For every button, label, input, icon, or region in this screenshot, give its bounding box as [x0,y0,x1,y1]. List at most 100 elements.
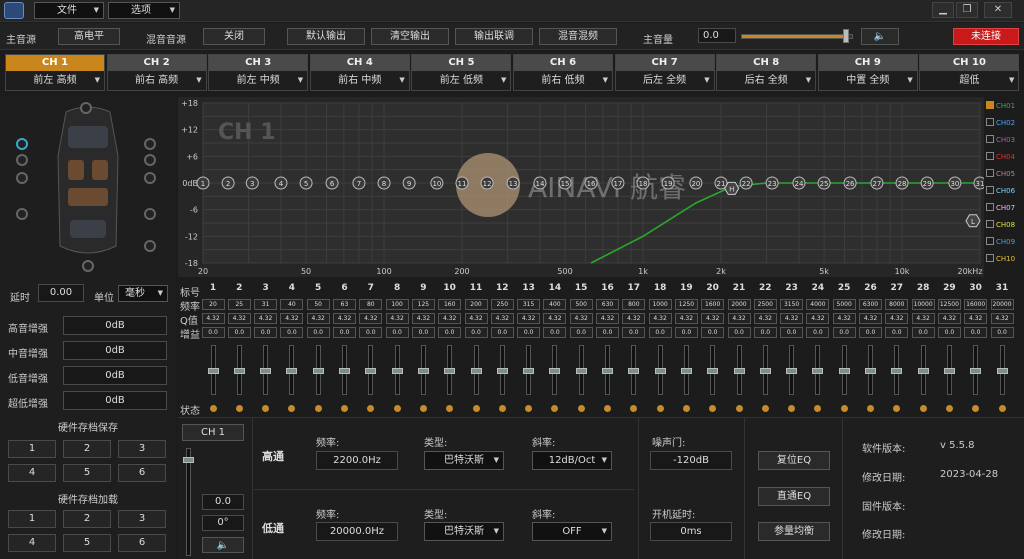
band-gain-fader[interactable] [365,345,377,395]
eq-band-point[interactable]: 28 [895,176,909,190]
band-q-cell[interactable]: 4.32 [385,313,409,324]
eq-band-point[interactable]: 3 [245,176,259,190]
band-state-led-icon[interactable] [630,405,638,412]
band-state-led-icon[interactable] [314,405,322,412]
hp-freq-input[interactable]: 2200.0Hz [316,451,398,470]
file-menu[interactable]: 文件 [34,2,104,19]
band-gain-cell[interactable]: 0.0 [937,327,961,338]
eq-band-point[interactable]: 18 [636,176,650,190]
lp-type-select[interactable]: 巴特沃斯 [424,522,504,541]
delay-input[interactable]: 0.00 [38,284,84,302]
band-q-cell[interactable]: 4.32 [727,313,751,324]
fader-knob[interactable] [707,368,719,374]
speaker-position-icon[interactable] [144,208,156,220]
channel-tab-7[interactable]: CH 7 后左 全频 [614,54,715,91]
connection-status-button[interactable]: 未连接 [953,28,1019,45]
band-freq-cell[interactable]: 31 [254,299,278,310]
fader-knob[interactable] [417,368,429,374]
band-gain-fader[interactable] [996,345,1008,395]
channel-role-select[interactable]: 前左 中频 [209,71,308,90]
output-link-button[interactable]: 输出联调 [455,28,533,45]
fader-knob[interactable] [233,368,245,374]
band-q-cell[interactable]: 4.32 [911,313,935,324]
minimize-button[interactable]: ▁ [932,2,954,18]
speaker-position-icon[interactable] [82,260,94,272]
band-freq-cell[interactable]: 1250 [674,299,698,310]
band-state-led-icon[interactable] [446,405,454,412]
legend-item-ch08[interactable]: CH08 [986,219,1024,231]
band-freq-cell[interactable]: 4000 [806,299,830,310]
channel-role-select[interactable]: 前左 低频 [412,71,511,90]
band-gain-fader[interactable] [812,345,824,395]
checkbox-icon[interactable] [986,220,994,228]
band-gain-cell[interactable]: 0.0 [490,327,514,338]
checkbox-icon[interactable] [986,203,994,211]
eq-band-point[interactable]: 26 [843,176,857,190]
band-gain-cell[interactable]: 0.0 [622,327,646,338]
band-gain-cell[interactable]: 0.0 [832,327,856,338]
band-gain-fader[interactable] [233,345,245,395]
eq-band-point[interactable]: 16 [584,176,598,190]
band-freq-cell[interactable]: 16000 [964,299,988,310]
close-button[interactable]: ✕ [984,2,1012,18]
band-gain-cell[interactable]: 0.0 [280,327,304,338]
band-freq-cell[interactable]: 3150 [780,299,804,310]
speaker-position-icon[interactable] [16,172,28,184]
channel-role-select[interactable]: 中置 全频 [818,71,917,90]
band-q-cell[interactable]: 4.32 [569,313,593,324]
band-gain-cell[interactable]: 0.0 [859,327,882,338]
fader-knob[interactable] [786,368,798,374]
legend-item-ch07[interactable]: CH07 [986,202,1024,214]
fader-knob[interactable] [996,368,1008,374]
eq-band-point[interactable]: 9 [402,176,416,190]
band-freq-cell[interactable]: 100 [385,299,409,310]
band-gain-fader[interactable] [417,345,429,395]
eq-band-point[interactable]: 2 [221,176,235,190]
checkbox-icon[interactable] [986,118,994,126]
speaker-position-icon[interactable] [16,138,28,150]
speaker-position-icon[interactable] [16,208,28,220]
band-gain-fader[interactable] [339,345,350,395]
speaker-position-icon[interactable] [16,154,28,166]
band-gain-fader[interactable] [286,345,298,395]
band-gain-fader[interactable] [865,345,876,395]
channel-tab-10[interactable]: CH 10 超低 [919,54,1020,91]
band-state-led-icon[interactable] [577,405,585,412]
channel-tab-3[interactable]: CH 3 前左 中频 [208,54,309,91]
checkbox-icon[interactable] [986,254,994,262]
band-gain-fader[interactable] [707,345,719,395]
band-gain-fader[interactable] [391,345,403,395]
load-slot-button[interactable]: 6 [118,534,166,552]
channel-tab-1[interactable]: CH 1 前左 高频 [5,54,105,91]
band-q-cell[interactable]: 4.32 [464,313,488,324]
band-q-cell[interactable]: 4.32 [227,313,251,324]
legend-item-ch06[interactable]: CH06 [986,185,1024,197]
fader-knob[interactable] [260,368,272,374]
load-slot-button[interactable]: 3 [118,510,166,528]
band-q-cell[interactable]: 4.32 [280,313,304,324]
band-freq-cell[interactable]: 63 [333,299,356,310]
band-q-cell[interactable]: 4.32 [832,313,856,324]
band-q-cell[interactable]: 4.32 [674,313,698,324]
options-menu[interactable]: 选项 [108,2,180,19]
legend-item-ch01[interactable]: CH01 [986,100,1024,112]
band-gain-cell[interactable]: 0.0 [254,327,278,338]
band-freq-cell[interactable]: 10000 [911,299,935,310]
eq-band-point[interactable]: 10 [430,176,444,190]
channel-role-select[interactable]: 前右 中频 [310,71,409,90]
band-q-cell[interactable]: 4.32 [517,313,541,324]
band-gain-cell[interactable]: 0.0 [780,327,804,338]
band-gain-cell[interactable]: 0.0 [411,327,435,338]
speaker-position-icon[interactable] [144,172,156,184]
band-gain-fader[interactable] [602,345,613,395]
band-gain-cell[interactable]: 0.0 [911,327,935,338]
channel-role-select[interactable]: 后右 全频 [717,71,816,90]
checkbox-icon[interactable] [986,152,994,160]
eq-band-point[interactable]: 22 [739,176,753,190]
band-freq-cell[interactable]: 160 [438,299,462,310]
checkbox-icon[interactable] [986,169,994,177]
gain-value[interactable]: 0dB [63,316,167,335]
fader-knob[interactable] [444,368,456,374]
band-gain-cell[interactable]: 0.0 [385,327,409,338]
mix-mix-button[interactable]: 混音混频 [539,28,617,45]
